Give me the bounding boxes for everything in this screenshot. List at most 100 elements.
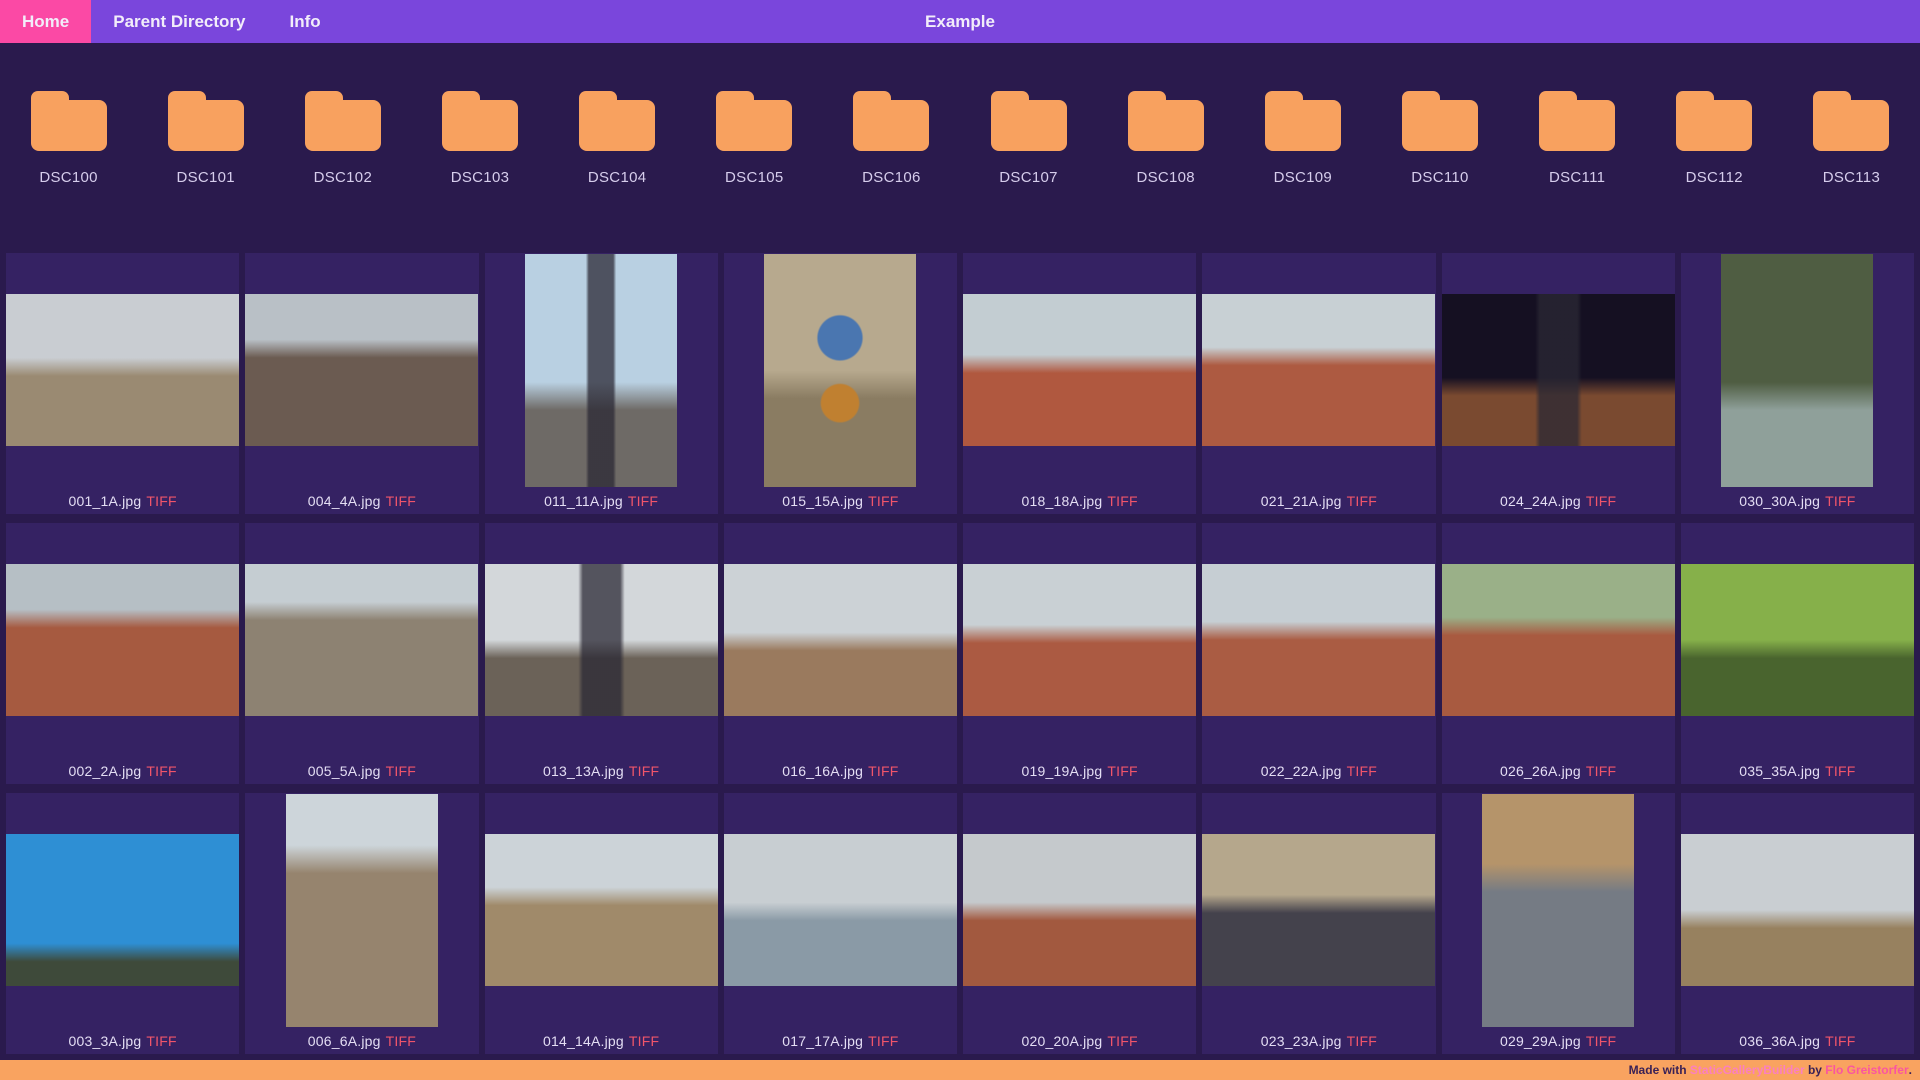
photo-thumbnail-020_20A[interactable] xyxy=(963,834,1197,986)
folder-icon-part xyxy=(1137,104,1194,151)
folder-dsc103[interactable]: DSC103 xyxy=(411,91,548,186)
photo-thumbnail-017_17A[interactable] xyxy=(723,834,957,986)
tiff-link-015_15A[interactable]: TIFF xyxy=(868,493,898,509)
gallery-cell: 003_3A.jpg TIFF xyxy=(6,793,240,1054)
folder-icon xyxy=(579,91,656,151)
tiff-link-001_1A[interactable]: TIFF xyxy=(146,493,176,509)
photo-thumbnail-016_16A[interactable] xyxy=(723,564,957,716)
folder-icon-part xyxy=(589,104,646,151)
photo-thumbnail-011_11A[interactable] xyxy=(525,253,678,487)
tiff-link-002_2A[interactable]: TIFF xyxy=(146,763,176,779)
filename-text: 030_30A.jpg xyxy=(1739,492,1821,509)
photo-thumbnail-001_1A[interactable] xyxy=(6,294,240,446)
filename-text: 024_24A.jpg xyxy=(1500,492,1581,509)
photo-thumbnail-024_24A[interactable] xyxy=(1441,294,1675,446)
thumbnail-caption: 003_3A.jpg TIFF xyxy=(6,1027,239,1054)
tiff-link-017_17A[interactable]: TIFF xyxy=(868,1033,898,1049)
gallery-cell: 004_4A.jpg TIFF xyxy=(245,253,479,514)
thumbnail-wrapper xyxy=(963,793,1197,1027)
tiff-link-004_4A[interactable]: TIFF xyxy=(386,493,416,509)
tiff-link-024_24A[interactable]: TIFF xyxy=(1586,493,1616,509)
folder-icon-part xyxy=(1411,104,1468,151)
folder-label: DSC110 xyxy=(1411,169,1469,186)
tiff-link-036_36A[interactable]: TIFF xyxy=(1825,1033,1855,1049)
folder-icon xyxy=(167,91,244,151)
folder-label: DSC102 xyxy=(313,169,373,186)
tiff-link-016_16A[interactable]: TIFF xyxy=(868,763,898,779)
folder-dsc106[interactable]: DSC106 xyxy=(823,91,960,186)
photo-thumbnail-026_26A[interactable] xyxy=(1441,564,1675,716)
gallery-cell: 026_26A.jpg TIFF xyxy=(1441,523,1675,784)
folder-dsc101[interactable]: DSC101 xyxy=(137,91,274,186)
photo-thumbnail-014_14A[interactable] xyxy=(484,834,718,986)
folder-icon-part xyxy=(451,104,508,151)
tiff-link-023_23A[interactable]: TIFF xyxy=(1347,1033,1377,1049)
folder-icon xyxy=(1264,91,1341,151)
folder-dsc102[interactable]: DSC102 xyxy=(274,91,411,186)
photo-thumbnail-018_18A[interactable] xyxy=(963,294,1197,446)
thumbnail-wrapper xyxy=(723,793,957,1027)
thumbnail-caption: 005_5A.jpg TIFF xyxy=(245,757,478,784)
nav-item-parent-directory[interactable]: Parent Directory xyxy=(91,0,267,43)
folder-dsc105[interactable]: DSC105 xyxy=(686,91,823,186)
photo-thumbnail-030_30A[interactable] xyxy=(1721,253,1874,487)
folder-dsc108[interactable]: DSC108 xyxy=(1097,91,1234,186)
tiff-link-021_21A[interactable]: TIFF xyxy=(1347,493,1377,509)
photo-thumbnail-029_29A[interactable] xyxy=(1482,793,1635,1027)
folder-label: DSC104 xyxy=(587,169,647,186)
tiff-link-005_5A[interactable]: TIFF xyxy=(386,763,416,779)
folder-dsc110[interactable]: DSC110 xyxy=(1371,91,1508,186)
photo-thumbnail-003_3A[interactable] xyxy=(6,834,240,986)
author-link[interactable]: Flo Greistorfer xyxy=(1825,1063,1908,1077)
photo-thumbnail-015_15A[interactable] xyxy=(764,253,917,487)
tiff-link-018_18A[interactable]: TIFF xyxy=(1107,493,1137,509)
tiff-link-020_20A[interactable]: TIFF xyxy=(1107,1033,1137,1049)
filename-text: 018_18A.jpg xyxy=(1021,492,1103,509)
folder-icon-part xyxy=(1000,104,1057,151)
thumbnail-wrapper xyxy=(1202,523,1436,757)
folder-icon xyxy=(716,91,793,151)
folder-dsc109[interactable]: DSC109 xyxy=(1234,91,1371,186)
tiff-link-006_6A[interactable]: TIFF xyxy=(386,1033,416,1049)
photo-thumbnail-013_13A[interactable] xyxy=(484,564,718,716)
tiff-link-019_19A[interactable]: TIFF xyxy=(1107,763,1137,779)
photo-thumbnail-002_2A[interactable] xyxy=(6,564,240,716)
photo-thumbnail-035_35A[interactable] xyxy=(1680,564,1914,716)
thumbnail-wrapper xyxy=(1681,253,1914,487)
photo-thumbnail-019_19A[interactable] xyxy=(963,564,1197,716)
folder-dsc113[interactable]: DSC113 xyxy=(1783,91,1920,186)
photo-thumbnail-004_4A[interactable] xyxy=(245,294,479,446)
tiff-link-003_3A[interactable]: TIFF xyxy=(146,1033,176,1049)
tiff-link-013_13A[interactable]: TIFF xyxy=(629,763,659,779)
photo-thumbnail-036_36A[interactable] xyxy=(1680,834,1914,986)
photo-thumbnail-006_6A[interactable] xyxy=(285,793,438,1027)
tiff-link-035_35A[interactable]: TIFF xyxy=(1825,763,1855,779)
thumbnail-caption: 013_13A.jpg TIFF xyxy=(485,757,718,784)
folder-dsc107[interactable]: DSC107 xyxy=(960,91,1097,186)
gallery-cell: 021_21A.jpg TIFF xyxy=(1202,253,1436,514)
tiff-link-030_30A[interactable]: TIFF xyxy=(1825,493,1855,509)
thumbnail-wrapper xyxy=(1441,523,1675,757)
tiff-link-026_26A[interactable]: TIFF xyxy=(1586,763,1616,779)
tiff-link-029_29A[interactable]: TIFF xyxy=(1586,1033,1616,1049)
photo-thumbnail-023_23A[interactable] xyxy=(1202,834,1436,986)
folder-label: DSC103 xyxy=(450,169,510,186)
folder-dsc100[interactable]: DSC100 xyxy=(0,91,137,186)
folder-dsc104[interactable]: DSC104 xyxy=(549,91,686,186)
thumbnail-caption: 015_15A.jpg TIFF xyxy=(724,487,957,514)
photo-thumbnail-021_21A[interactable] xyxy=(1202,294,1436,446)
folder-dsc111[interactable]: DSC111 xyxy=(1509,91,1646,186)
photo-thumbnail-005_5A[interactable] xyxy=(245,564,479,716)
folder-dsc112[interactable]: DSC112 xyxy=(1646,91,1783,186)
tiff-link-014_14A[interactable]: TIFF xyxy=(629,1033,659,1049)
nav-item-info[interactable]: Info xyxy=(268,0,343,43)
filename-text: 020_20A.jpg xyxy=(1021,1032,1103,1049)
static-gallery-builder-link[interactable]: StaticGalleryBuilder xyxy=(1690,1063,1805,1077)
tiff-link-011_11A[interactable]: TIFF xyxy=(628,493,658,509)
folder-icon-part xyxy=(863,104,920,151)
thumbnail-caption: 026_26A.jpg TIFF xyxy=(1442,757,1675,784)
photo-thumbnail-022_22A[interactable] xyxy=(1202,564,1436,716)
tiff-link-022_22A[interactable]: TIFF xyxy=(1347,763,1377,779)
footer-made-with-text: Made with xyxy=(1628,1063,1690,1077)
nav-item-home[interactable]: Home xyxy=(0,0,92,43)
